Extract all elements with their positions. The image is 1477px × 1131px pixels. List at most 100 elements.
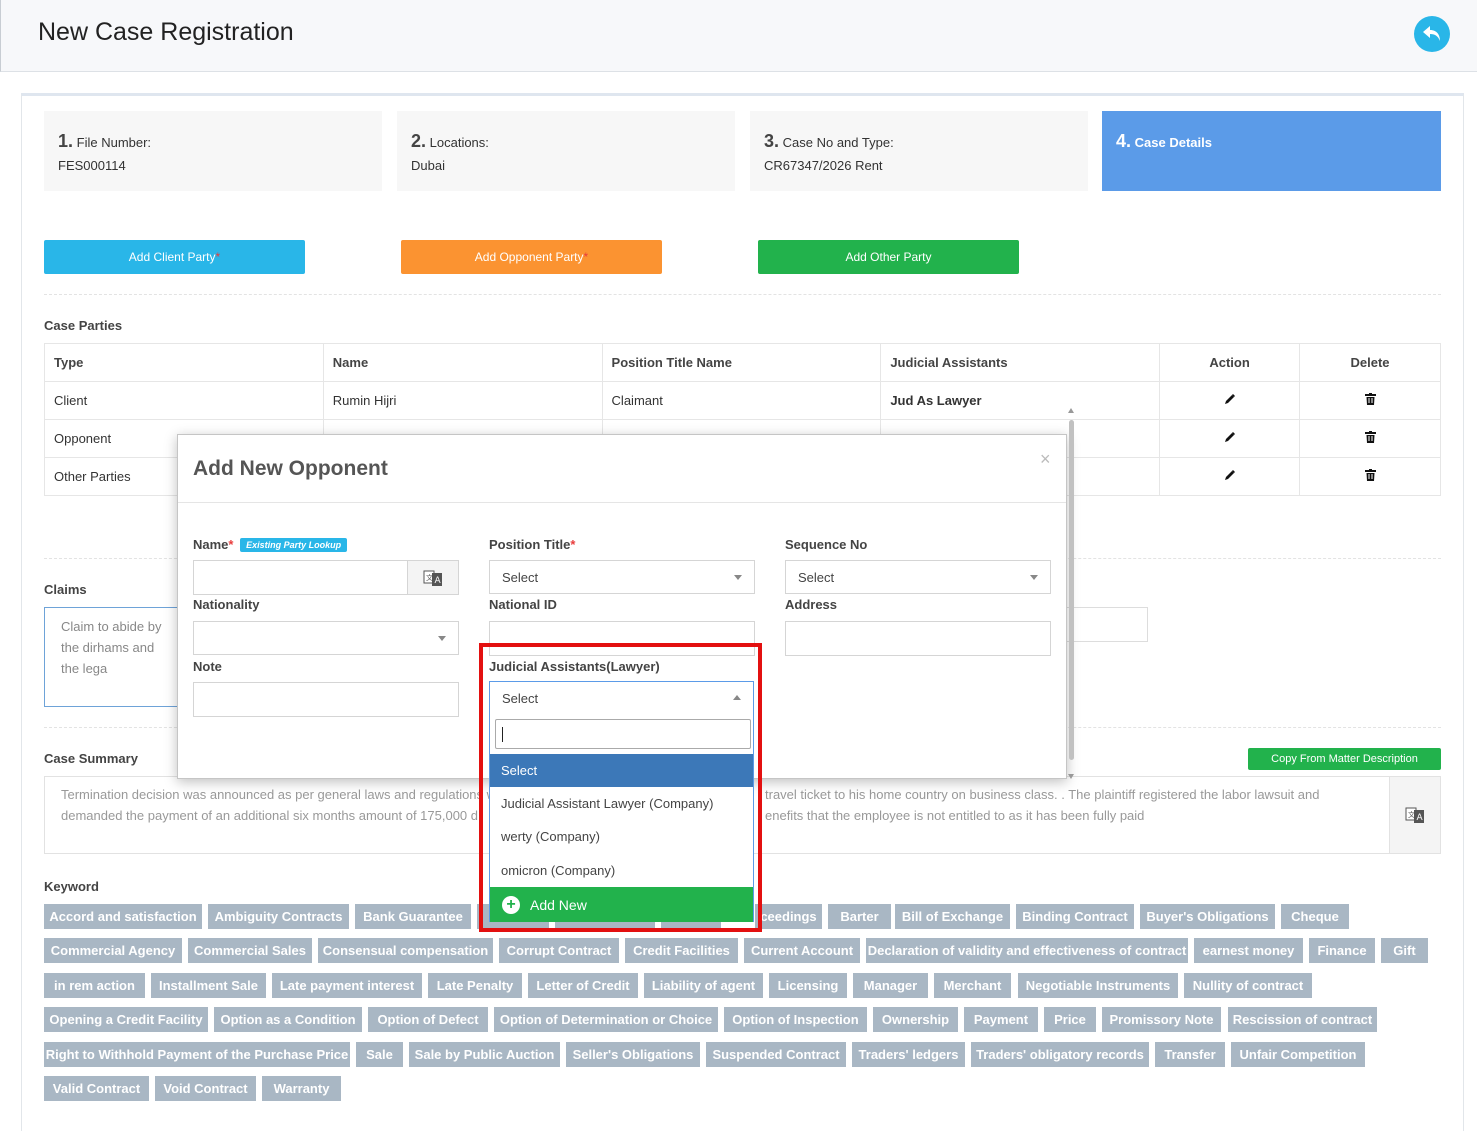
step-locations[interactable]: 2. Locations: Dubai — [397, 111, 735, 191]
keyword-tag[interactable]: Sale — [356, 1042, 403, 1067]
nationality-select[interactable] — [193, 621, 459, 655]
keyword-tag[interactable]: Valid Contract — [44, 1076, 149, 1101]
keyword-tag[interactable]: Opening a Credit Facility — [44, 1007, 208, 1032]
keyword-tag[interactable]: Option of Defect — [368, 1007, 488, 1032]
close-icon[interactable]: × — [1040, 449, 1051, 470]
keyword-tag[interactable]: Cheque — [1281, 904, 1349, 929]
keyword-tag[interactable]: Suspended Contract — [706, 1042, 846, 1067]
pencil-icon[interactable] — [1224, 393, 1236, 405]
keyword-tag[interactable]: Option of Inspection — [724, 1007, 867, 1032]
dropdown-option[interactable]: Judicial Assistant Lawyer (Company) — [490, 787, 753, 820]
claims-field[interactable] — [1066, 607, 1148, 642]
keyword-tag[interactable]: Commercial Agency — [44, 938, 182, 963]
translate-button[interactable]: A文 — [1389, 776, 1441, 854]
sequence-no-label: Sequence No — [785, 537, 868, 552]
keyword-tag[interactable]: Rescission of contract — [1228, 1007, 1377, 1032]
keyword-tag[interactable]: Unfair Competition — [1231, 1042, 1365, 1067]
pencil-icon[interactable] — [1224, 469, 1236, 481]
keyword-tag[interactable]: Seller's Obligations — [566, 1042, 700, 1067]
scroll-thumb[interactable] — [1069, 420, 1074, 760]
sequence-no-select[interactable]: Select — [785, 560, 1051, 594]
keyword-tag[interactable]: Late Penalty — [428, 973, 522, 998]
keyword-tag[interactable]: Traders' obligatory records — [971, 1042, 1149, 1067]
keyword-tag[interactable]: Merchant — [934, 973, 1011, 998]
type-cell: Client — [44, 381, 324, 420]
keyword-tag[interactable]: in rem action — [44, 973, 145, 998]
select-value: Select — [502, 690, 539, 706]
keyword-tag[interactable]: Gift — [1381, 938, 1428, 963]
dropdown-option[interactable]: werty (Company) — [490, 820, 753, 853]
dropdown-option[interactable]: omicron (Company) — [490, 854, 753, 887]
name-translate-button[interactable]: A文 — [407, 560, 459, 595]
keyword-tag[interactable]: Installment Sale — [151, 973, 266, 998]
keyword-tag[interactable]: Bank Guarantee — [355, 904, 471, 929]
keyword-tag[interactable]: Price — [1044, 1007, 1096, 1032]
keyword-tag[interactable]: Consensual compensation — [318, 938, 493, 963]
keyword-tag[interactable]: Declaration of validity and effectivenes… — [866, 938, 1188, 963]
address-input[interactable] — [785, 621, 1051, 656]
national-id-input[interactable] — [489, 621, 755, 656]
delete-cell — [1299, 419, 1441, 458]
keyword-tag[interactable]: Promissory Note — [1102, 1007, 1221, 1032]
label-text: Name — [193, 537, 229, 552]
position-title-select[interactable]: Select — [489, 560, 755, 594]
step-case-details[interactable]: 4. Case Details — [1102, 111, 1441, 191]
keyword-tag[interactable]: Current Account — [744, 938, 860, 963]
keyword-tag[interactable]: Option of Determination or Choice — [494, 1007, 718, 1032]
keyword-tag[interactable]: Corrupt Contract — [499, 938, 619, 963]
keyword-tag[interactable]: Barter — [828, 904, 891, 929]
keyword-tag[interactable]: Liability of agent — [644, 973, 763, 998]
add-opponent-party-button[interactable]: Add Opponent Party * — [401, 240, 662, 274]
modal-scrollbar[interactable] — [1067, 408, 1076, 779]
select-value: Select — [798, 569, 835, 585]
pencil-icon[interactable] — [1224, 431, 1236, 443]
claims-textarea[interactable]: Claim to abide by the dirhams and the le… — [44, 607, 184, 707]
back-button[interactable] — [1414, 16, 1450, 52]
keyword-tag[interactable]: Credit Facilities — [625, 938, 738, 963]
name-input[interactable] — [193, 560, 408, 595]
keyword-tag[interactable]: Letter of Credit — [528, 973, 638, 998]
case-summary-label: Case Summary — [44, 751, 138, 766]
step-number: 3. — [764, 131, 780, 151]
step-file-number[interactable]: 1. File Number: FES000114 — [44, 111, 382, 191]
keyword-tag[interactable]: Commercial Sales — [188, 938, 312, 963]
trash-icon[interactable] — [1364, 431, 1376, 443]
translate-icon: A文 — [423, 570, 442, 586]
keyword-tag[interactable]: Sale by Public Auction — [409, 1042, 560, 1067]
keyword-tag[interactable]: Option as a Condition — [214, 1007, 362, 1032]
existing-party-lookup-button[interactable]: Existing Party Lookup — [240, 538, 348, 552]
judicial-assistants-select[interactable]: Select — [490, 682, 753, 714]
keyword-tag[interactable]: Ambiguity Contracts — [208, 904, 349, 929]
dropdown-option[interactable]: Select — [490, 754, 753, 787]
keyword-tag[interactable]: Bill of Exchange — [895, 904, 1010, 929]
keyword-tag[interactable]: Transfer — [1155, 1042, 1225, 1067]
step-case-no[interactable]: 3. Case No and Type: CR67347/2026 Rent — [750, 111, 1088, 191]
keyword-tag[interactable]: Buyer's Obligations — [1140, 904, 1275, 929]
keyword-tag[interactable]: Licensing — [769, 973, 847, 998]
keyword-tag[interactable]: Payment — [964, 1007, 1038, 1032]
keyword-tag[interactable]: Accord and satisfaction — [44, 904, 202, 929]
scroll-up-icon[interactable] — [1068, 408, 1074, 413]
keyword-tag[interactable]: Right to Withhold Payment of the Purchas… — [44, 1042, 350, 1067]
trash-icon[interactable] — [1364, 469, 1376, 481]
trash-icon[interactable] — [1364, 393, 1376, 405]
scroll-down-icon[interactable] — [1068, 774, 1074, 779]
keyword-tag[interactable]: ceedings — [755, 904, 822, 929]
add-other-party-button[interactable]: Add Other Party — [758, 240, 1019, 274]
copy-from-matter-button[interactable]: Copy From Matter Description — [1248, 748, 1441, 770]
keyword-tag[interactable]: Finance — [1309, 938, 1375, 963]
keyword-tag[interactable]: Negotiable Instruments — [1018, 973, 1178, 998]
keyword-tag[interactable]: Binding Contract — [1016, 904, 1134, 929]
keyword-tag[interactable]: Warranty — [262, 1076, 341, 1101]
keyword-tag[interactable]: earnest money — [1194, 938, 1303, 963]
dropdown-search-input[interactable] — [495, 719, 751, 749]
keyword-tag[interactable]: Late payment interest — [272, 973, 422, 998]
keyword-tag[interactable]: Nullity of contract — [1184, 973, 1312, 998]
keyword-tag[interactable]: Traders' ledgers — [852, 1042, 965, 1067]
keyword-tag[interactable]: Manager — [853, 973, 928, 998]
add-client-party-button[interactable]: Add Client Party * — [44, 240, 305, 274]
keyword-tag[interactable]: Void Contract — [155, 1076, 256, 1101]
add-new-button[interactable]: + Add New — [490, 887, 753, 922]
note-input[interactable] — [193, 682, 459, 717]
keyword-tag[interactable]: Ownership — [873, 1007, 958, 1032]
